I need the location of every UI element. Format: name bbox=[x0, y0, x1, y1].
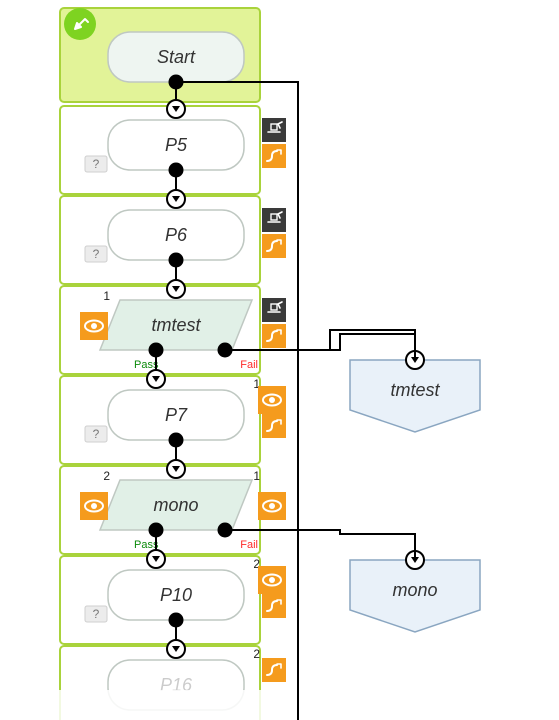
question-badge: ? bbox=[85, 426, 107, 442]
num-right: 1 bbox=[253, 469, 260, 483]
eye-icon-right[interactable] bbox=[258, 492, 286, 520]
node-label: tmtest bbox=[151, 315, 201, 335]
dark-icon[interactable] bbox=[262, 208, 286, 232]
question-badge: ? bbox=[85, 156, 107, 172]
start-label: Start bbox=[157, 47, 196, 67]
flow-diagram: Start P5 ? P6 ? bbox=[0, 0, 559, 720]
node-p10[interactable]: P10 ? 2 bbox=[60, 550, 286, 644]
node-label: P10 bbox=[160, 585, 192, 605]
orange-icon[interactable] bbox=[262, 414, 286, 438]
side-label: mono bbox=[392, 580, 437, 600]
fail-label: Fail bbox=[240, 539, 258, 551]
start-block[interactable]: Start bbox=[60, 8, 260, 102]
eye-icon-right[interactable] bbox=[258, 566, 286, 594]
svg-text:?: ? bbox=[93, 157, 100, 171]
question-badge: ? bbox=[85, 246, 107, 262]
node-p7[interactable]: P7 ? 1 bbox=[60, 370, 286, 464]
orange-icon[interactable] bbox=[262, 594, 286, 618]
node-mono[interactable]: mono 2 1 Pass Fail bbox=[60, 460, 286, 554]
svg-text:?: ? bbox=[93, 247, 100, 261]
num-left: 2 bbox=[103, 469, 110, 483]
dark-icon[interactable] bbox=[262, 118, 286, 142]
eye-icon-right[interactable] bbox=[258, 386, 286, 414]
dark-icon[interactable] bbox=[262, 298, 286, 322]
num-left: 1 bbox=[103, 289, 110, 303]
orange-icon[interactable] bbox=[262, 234, 286, 258]
node-label: P7 bbox=[165, 405, 188, 425]
orange-icon[interactable] bbox=[262, 324, 286, 348]
orange-icon[interactable] bbox=[262, 658, 286, 682]
node-p5[interactable]: P5 ? bbox=[60, 100, 286, 194]
node-p6[interactable]: P6 ? bbox=[60, 190, 286, 284]
svg-text:?: ? bbox=[93, 427, 100, 441]
eye-icon-left[interactable] bbox=[80, 312, 108, 340]
side-node-mono[interactable]: mono bbox=[350, 551, 480, 632]
side-label: tmtest bbox=[390, 380, 440, 400]
eye-icon-left[interactable] bbox=[80, 492, 108, 520]
orange-icon[interactable] bbox=[262, 144, 286, 168]
node-tmtest[interactable]: tmtest 1 Pass Fail bbox=[60, 280, 286, 374]
side-node-tmtest[interactable]: tmtest bbox=[350, 351, 480, 432]
fail-label: Fail bbox=[240, 359, 258, 371]
question-badge: ? bbox=[85, 606, 107, 622]
node-label: mono bbox=[153, 495, 198, 515]
edit-icon[interactable] bbox=[64, 8, 96, 40]
node-label: P6 bbox=[165, 225, 188, 245]
num-right: 2 bbox=[253, 647, 260, 661]
node-label: P5 bbox=[165, 135, 188, 155]
svg-text:?: ? bbox=[93, 607, 100, 621]
